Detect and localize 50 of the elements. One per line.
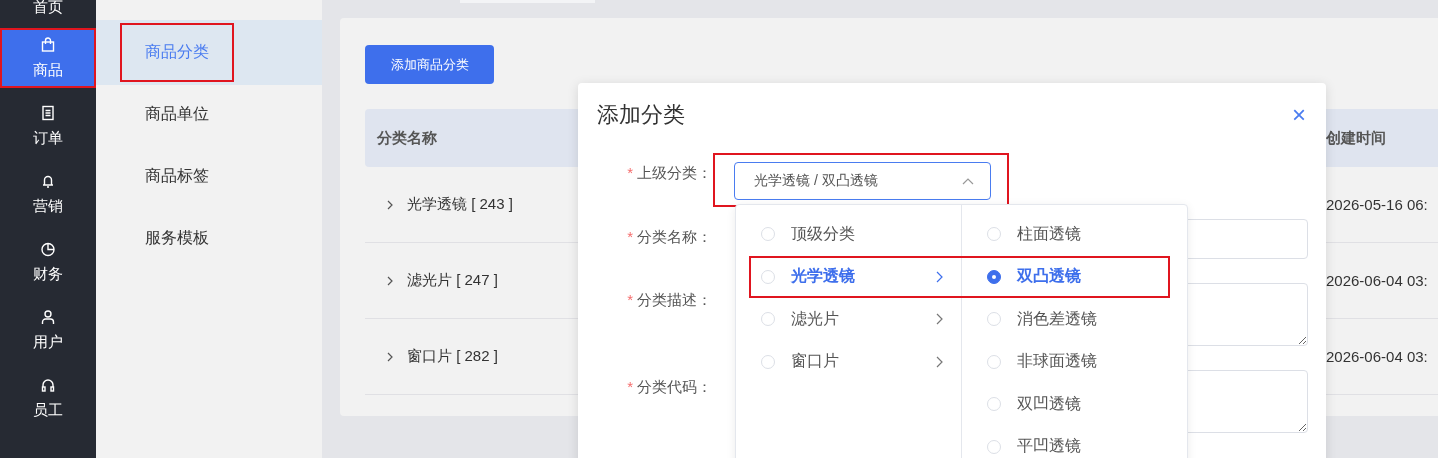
person-icon [40,308,56,325]
required-mark: * [627,164,633,183]
nav-item[interactable]: 员工 [0,368,96,428]
option-label[interactable]: 消色差透镜 [1017,308,1170,330]
required-mark: * [627,378,633,397]
pie-chart-icon [40,240,56,257]
nav-item[interactable]: 营销 [0,164,96,224]
field-label: 分类描述： [637,291,712,310]
option-label[interactable]: 滤光片 [791,308,935,330]
option-label[interactable]: 柱面透镜 [1017,223,1170,245]
chevron-right-icon[interactable] [385,351,395,362]
caret-up-icon [962,177,974,185]
table-cell: 光学透镜 [ 243 ] [407,195,513,214]
submenu-item[interactable]: 商品标签 [120,147,234,206]
table-cell: 窗口片 [ 282 ] [407,347,498,366]
column-header: 创建时间 [1325,128,1387,148]
table-cell-text: 2026-06-04 03: [1325,272,1429,289]
field-label: 上级分类： [637,164,712,183]
bag-icon [40,36,56,53]
option-label[interactable]: 窗口片 [791,351,935,373]
parent-category-select[interactable]: 光学透镜 / 双凸透镜 [734,162,991,200]
dialog-title: 添加分类 [597,101,685,129]
option-label[interactable]: 平凹透镜 [1017,436,1170,458]
option-label[interactable]: 双凹透镜 [1017,393,1170,415]
nav-item[interactable]: 财务 [0,232,96,292]
required-mark: * [627,291,633,310]
nav-item[interactable]: 订单 [0,96,96,156]
chevron-right-icon[interactable] [385,275,395,286]
add-category-button[interactable]: 添加商品分类 [365,45,494,84]
nav-item[interactable]: 用户 [0,300,96,360]
submenu-item[interactable]: 商品单位 [120,85,234,144]
table-cell-text: 2026-06-04 03: [1325,348,1429,365]
option-label[interactable]: 光学透镜 [791,266,935,288]
close-button[interactable]: × [1292,103,1306,127]
document-icon [40,104,56,121]
chevron-right-icon[interactable] [385,199,395,210]
required-mark: * [627,228,633,247]
column-header: 分类名称 [376,128,438,148]
field-label: 分类名称： [637,228,712,247]
table-cell-text: 2026-05-16 06: [1325,196,1429,213]
option-label[interactable]: 双凸透镜 [1017,266,1170,288]
radio-button[interactable] [987,269,1001,284]
headset-icon [40,376,56,393]
option-label[interactable]: 顶级分类 [791,223,945,245]
table-cell: 滤光片 [ 247 ] [407,271,498,290]
nav-item[interactable]: 商品 [0,28,96,88]
field-label: 分类代码： [637,378,712,397]
nav-item[interactable]: 首页 [0,0,96,20]
submenu-item[interactable]: 服务模板 [120,209,234,268]
option-label[interactable]: 非球面透镜 [1017,351,1170,373]
